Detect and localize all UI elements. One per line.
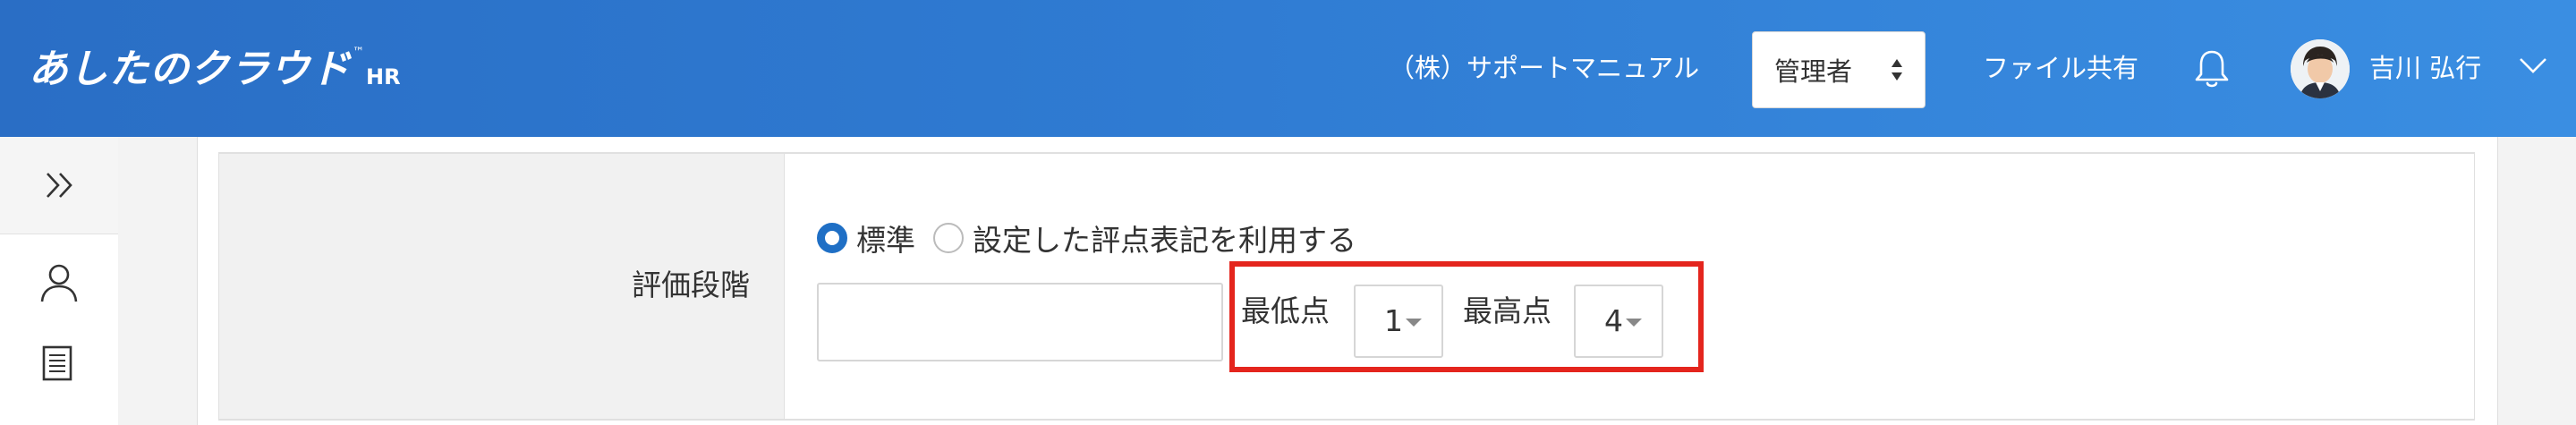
row-header-cell: 評価段階 — [219, 154, 785, 419]
user-name[interactable]: 吉川 弘行 — [2369, 48, 2481, 88]
role-select-value: 管理者 — [1774, 56, 1853, 87]
radio-standard[interactable] — [817, 223, 847, 253]
avatar[interactable] — [2291, 39, 2350, 98]
evaluation-levels-label: 評価段階 — [632, 268, 750, 302]
logo-trademark: ™ — [353, 46, 364, 59]
logo-text: あしたのクラウド — [29, 47, 351, 92]
user-photo-icon — [2291, 39, 2350, 98]
role-select[interactable]: 管理者 — [1752, 31, 1926, 108]
sidebar-expand-button[interactable] — [0, 137, 118, 234]
updown-arrows-icon — [1892, 59, 1902, 81]
chevron-down-icon[interactable] — [2518, 55, 2548, 75]
user-icon[interactable] — [39, 262, 79, 303]
file-share-link[interactable]: ファイル共有 — [1983, 48, 2138, 88]
document-icon[interactable] — [41, 344, 73, 382]
top-header: あしたのクラウド ™ HR （株）サポートマニュアル 管理者 ファイル共有 吉川… — [0, 0, 2576, 137]
highlight-box — [1229, 261, 1704, 372]
bell-icon[interactable] — [2194, 48, 2230, 89]
logo-suffix: HR — [366, 64, 401, 89]
company-name: （株）サポートマニュアル — [1389, 53, 1700, 83]
sidebar — [0, 137, 118, 425]
radio-group: 標準 設定した評点表記を利用する — [817, 217, 1356, 259]
app-logo[interactable]: あしたのクラウド ™ HR — [29, 41, 401, 95]
radio-standard-label[interactable]: 標準 — [856, 217, 915, 259]
radio-custom-notation-label[interactable]: 設定した評点表記を利用する — [973, 217, 1356, 259]
text-input[interactable] — [817, 283, 1223, 361]
double-chevron-right-icon — [47, 173, 72, 198]
radio-custom-notation[interactable] — [933, 223, 964, 253]
